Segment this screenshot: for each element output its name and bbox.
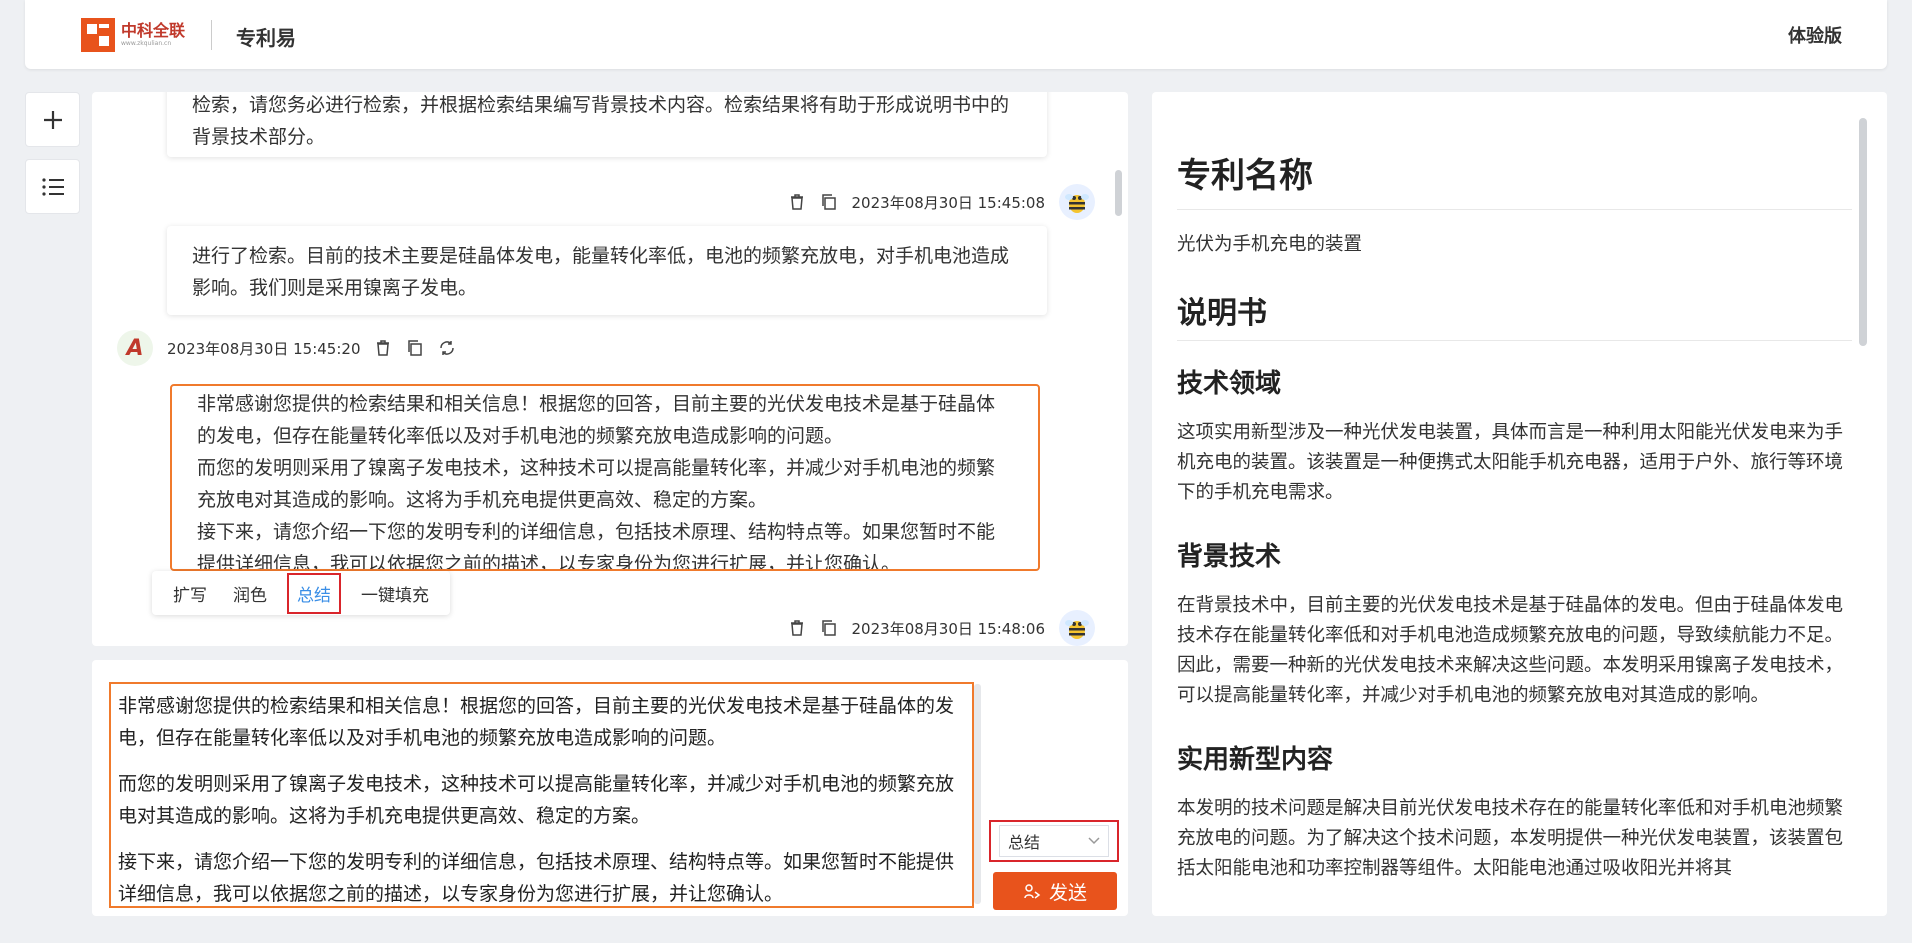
send-label: 发送 [1049, 878, 1087, 905]
top-header: 中科全联 www.zkqulian.cn 专利易 体验版 [25, 0, 1887, 69]
chevron-down-icon [1088, 837, 1100, 845]
copy-icon[interactable] [820, 193, 838, 211]
delete-icon[interactable] [788, 619, 806, 637]
expand-button[interactable]: 扩写 [167, 577, 213, 610]
app-title: 专利易 [236, 22, 296, 51]
patent-name-text: 光伏为手机充电的装置 [1177, 230, 1852, 260]
brand-logo-icon [81, 18, 115, 52]
editor-paragraph: 接下来，请您介绍一下您的发明专利的详细信息，包括技术原理、结构特点等。如果您暂时… [118, 846, 965, 908]
document-scrollbar[interactable] [1859, 118, 1867, 346]
message-paragraph: 非常感谢您提供的检索结果和相关信息！根据您的回答，目前主要的光伏发电技术是基于硅… [197, 388, 1013, 452]
message-meta: 2023年08月30日 15:45:08 [788, 184, 1095, 220]
mode-select-value: 总结 [1008, 829, 1040, 853]
brand-subtitle: www.zkqulian.cn [121, 40, 171, 47]
message-editor[interactable]: 非常感谢您提供的检索结果和相关信息！根据您的回答，目前主要的光伏发电技术是基于硅… [109, 682, 974, 908]
rewrite-toolbar: 扩写 润色 总结 一键填充 [152, 571, 450, 615]
regenerate-icon[interactable] [438, 339, 456, 357]
section-text: 这项实用新型涉及一种光伏发电装置，具体而言是一种利用太阳能光伏发电来为手机充电的… [1177, 418, 1852, 508]
history-list-button[interactable] [25, 159, 80, 214]
copy-icon[interactable] [406, 339, 424, 357]
message-input-area: 非常感谢您提供的检索结果和相关信息！根据您的回答，目前主要的光伏发电技术是基于硅… [92, 660, 1128, 916]
new-chat-button[interactable] [25, 92, 80, 147]
bee-icon [1063, 188, 1091, 216]
brand-name: 中科全联 [121, 17, 185, 41]
header-divider [211, 20, 212, 50]
assistant-meta: A 2023年08月30日 15:45:20 [117, 330, 456, 366]
section-heading: 技术领域 [1177, 363, 1852, 400]
assistant-avatar: A [117, 330, 153, 366]
patent-name-heading: 专利名称 [1177, 148, 1852, 210]
edition-label[interactable]: 体验版 [1788, 22, 1842, 48]
bee-icon [1063, 614, 1091, 642]
editor-paragraph: 非常感谢您提供的检索结果和相关信息！根据您的回答，目前主要的光伏发电技术是基于硅… [118, 690, 965, 754]
editor-scrollbar[interactable] [974, 684, 981, 904]
message-timestamp: 2023年08月30日 15:45:20 [167, 338, 360, 359]
polish-button[interactable]: 润色 [227, 577, 273, 610]
delete-icon[interactable] [374, 339, 392, 357]
message-paragraph: 接下来，请您介绍一下您的发明专利的详细信息，包括技术原理、结构特点等。如果您暂时… [197, 516, 1013, 571]
message-paragraph: 而您的发明则采用了镍离子发电技术，这种技术可以提高能量转化率，并减少对手机电池的… [197, 452, 1013, 516]
send-button[interactable]: 发送 [993, 872, 1117, 910]
section-heading: 背景技术 [1177, 536, 1852, 573]
list-icon [41, 176, 65, 198]
specification-heading: 说明书 [1177, 288, 1852, 341]
user-message-bubble: 进行了检索。目前的技术主要是硅晶体发电，能量转化率低，电池的频繁充放电，对手机电… [167, 226, 1047, 315]
plus-icon [42, 109, 64, 131]
copy-icon[interactable] [820, 619, 838, 637]
message-timestamp: 2023年08月30日 15:45:08 [852, 192, 1045, 213]
auto-fill-button[interactable]: 一键填充 [355, 577, 435, 610]
summarize-button[interactable]: 总结 [287, 573, 341, 614]
section-text: 在背景技术中，目前主要的光伏发电技术是基于硅晶体的发电。但由于硅晶体发电技术存在… [1177, 591, 1852, 711]
user-avatar [1059, 184, 1095, 220]
chat-scrollbar[interactable] [1115, 170, 1122, 216]
message-text: 检索，请您务必进行检索，并根据检索结果编写背景技术内容。检索结果将有助于形成说明… [192, 94, 1009, 148]
user-avatar [1059, 610, 1095, 646]
chat-panel: 检索，请您务必进行检索，并根据检索结果编写背景技术内容。检索结果将有助于形成说明… [92, 92, 1128, 646]
document-content: 专利名称 光伏为手机充电的装置 说明书 技术领域 这项实用新型涉及一种光伏发电装… [1177, 148, 1852, 912]
section-heading: 实用新型内容 [1177, 739, 1852, 776]
message-meta: 2023年08月30日 15:48:06 [788, 610, 1095, 646]
assistant-message-bubble: 非常感谢您提供的检索结果和相关信息！根据您的回答，目前主要的光伏发电技术是基于硅… [170, 384, 1040, 571]
message-timestamp: 2023年08月30日 15:48:06 [852, 618, 1045, 639]
mode-select[interactable]: 总结 [989, 820, 1119, 862]
patent-document-panel: 专利名称 光伏为手机充电的装置 说明书 技术领域 这项实用新型涉及一种光伏发电装… [1152, 92, 1887, 916]
editor-paragraph: 而您的发明则采用了镍离子发电技术，这种技术可以提高能量转化率，并减少对手机电池的… [118, 768, 965, 832]
message-text: 进行了检索。目前的技术主要是硅晶体发电，能量转化率低，电池的频繁充放电，对手机电… [192, 245, 1009, 299]
user-message-bubble: 检索，请您务必进行检索，并根据检索结果编写背景技术内容。检索结果将有助于形成说明… [167, 92, 1047, 157]
send-icon [1023, 882, 1041, 900]
section-text: 本发明的技术问题是解决目前光伏发电技术存在的能量转化率低和对手机电池频繁充放电的… [1177, 794, 1852, 884]
delete-icon[interactable] [788, 193, 806, 211]
